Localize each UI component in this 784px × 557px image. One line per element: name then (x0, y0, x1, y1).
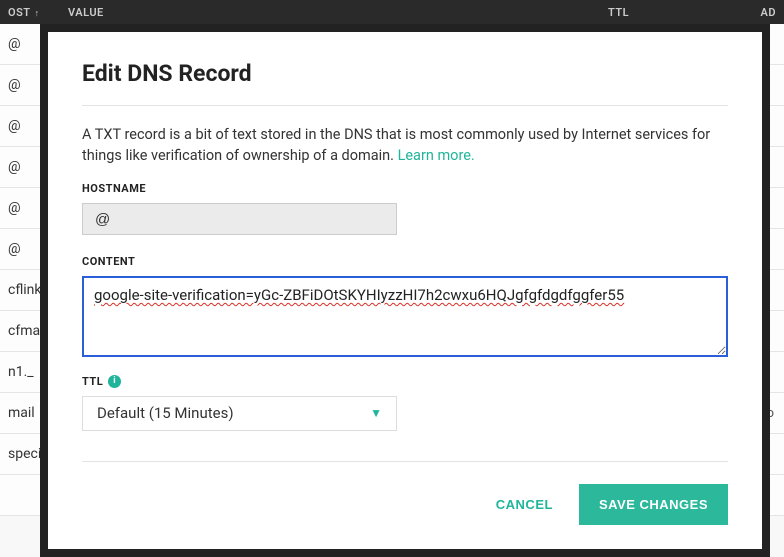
modal-footer: CANCEL SAVE CHANGES (82, 484, 728, 525)
content-textarea[interactable] (82, 276, 728, 356)
save-changes-button[interactable]: SAVE CHANGES (579, 484, 728, 525)
cancel-button[interactable]: CANCEL (490, 487, 559, 522)
column-host-label: OST (8, 6, 31, 19)
table-header: OST ↑ VALUE TTL AD (0, 0, 784, 24)
sort-ascending-icon: ↑ (35, 9, 40, 19)
modal-title: Edit DNS Record (82, 60, 728, 87)
ttl-select[interactable]: Default (15 Minutes) ▼ (82, 396, 397, 432)
hostname-input[interactable] (82, 203, 397, 235)
modal-backdrop: Edit DNS Record A TXT record is a bit of… (40, 24, 770, 557)
column-header-host[interactable]: OST ↑ (8, 6, 68, 19)
description-text: A TXT record is a bit of text stored in … (82, 126, 710, 164)
ttl-label-text: TTL (82, 375, 103, 388)
edit-dns-record-modal: Edit DNS Record A TXT record is a bit of… (48, 32, 762, 549)
ttl-label: TTL i (82, 375, 728, 388)
hostname-label: HOSTNAME (82, 182, 728, 195)
divider (82, 105, 728, 106)
info-icon[interactable]: i (108, 375, 121, 388)
chevron-down-icon: ▼ (370, 406, 382, 420)
content-label: CONTENT (82, 255, 728, 268)
ttl-selected-value: Default (15 Minutes) (97, 404, 234, 422)
column-header-value[interactable]: VALUE (68, 6, 608, 19)
modal-description: A TXT record is a bit of text stored in … (82, 124, 728, 166)
learn-more-link[interactable]: Learn more. (398, 147, 475, 164)
divider (82, 461, 728, 462)
column-header-ttl[interactable]: TTL (608, 6, 728, 19)
column-header-ad[interactable]: AD (728, 6, 776, 19)
